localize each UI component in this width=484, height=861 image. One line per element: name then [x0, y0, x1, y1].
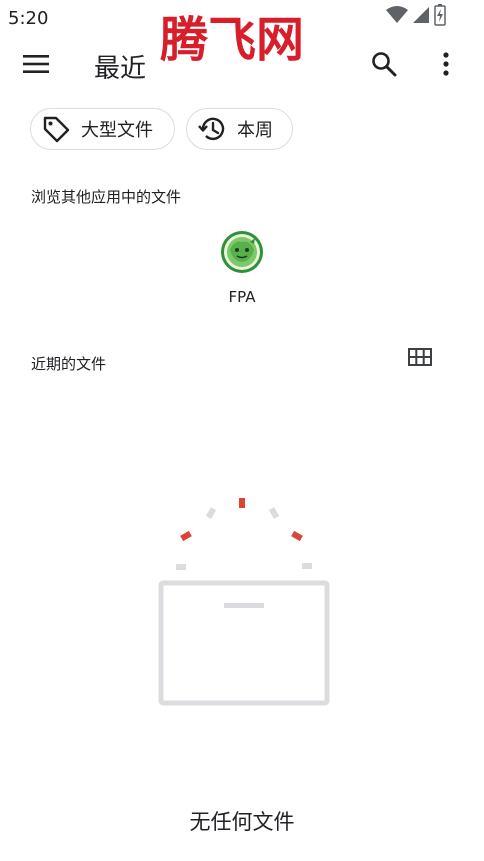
status-icons: [386, 4, 446, 30]
grid-view-toggle[interactable]: [404, 344, 436, 374]
search-icon: [371, 51, 397, 81]
tag-icon: [41, 114, 71, 144]
large-files-chip[interactable]: 大型文件: [30, 108, 175, 150]
more-options-button[interactable]: [430, 48, 462, 84]
wifi-icon: [386, 6, 408, 28]
browse-apps-heading: 浏览其他应用中的文件: [31, 188, 182, 206]
app-bar: 最近: [0, 36, 484, 96]
files-screen: 5:20 腾飞网 最近 大型文件 本周 浏览其他应用中的文件 FPA 近期的文件…: [0, 0, 484, 861]
menu-button[interactable]: [18, 50, 54, 82]
page-title: 最近: [94, 54, 147, 84]
large-files-chip-label: 大型文件: [81, 120, 153, 141]
app-name: FPA: [228, 288, 256, 306]
cell-signal-icon: [412, 6, 430, 28]
battery-charging-icon: [434, 4, 446, 30]
hamburger-menu-icon: [23, 54, 49, 78]
status-time: 5:20: [8, 8, 49, 29]
fpa-app-icon: [220, 230, 264, 274]
this-week-chip-label: 本周: [237, 120, 273, 141]
this-week-chip[interactable]: 本周: [186, 108, 293, 150]
search-button[interactable]: [366, 48, 402, 84]
empty-tray-illustration: [150, 490, 340, 715]
more-vert-icon: [442, 52, 450, 80]
empty-state-message: 无任何文件: [189, 810, 295, 834]
grid-view-icon: [408, 348, 432, 370]
history-icon: [197, 114, 227, 144]
recent-files-heading: 近期的文件: [31, 355, 107, 373]
app-shortcut-fpa[interactable]: FPA: [212, 230, 272, 306]
